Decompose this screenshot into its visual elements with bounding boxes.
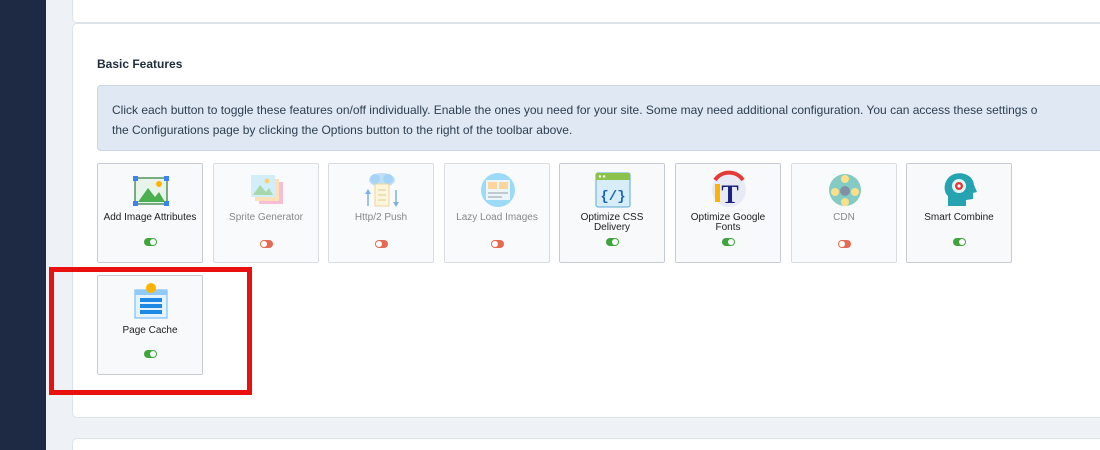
info-message: Click each button to toggle these featur…: [97, 85, 1100, 151]
previous-card: [72, 0, 1100, 23]
svg-text:T: T: [721, 180, 738, 209]
toggle-switch[interactable]: [491, 240, 504, 248]
font-icon: T: [709, 170, 749, 210]
image-attributes-icon: [131, 170, 171, 210]
sprite-generator-icon: [247, 170, 287, 210]
feature-label: Http/2 Push: [354, 212, 408, 223]
toggle-switch[interactable]: [606, 238, 619, 246]
info-text-line-1: Click each button to toggle these featur…: [112, 103, 1038, 117]
toggle-switch[interactable]: [722, 238, 735, 246]
smart-combine-icon: [940, 170, 980, 210]
toggle-switch[interactable]: [375, 240, 388, 248]
highlight-annotation: [49, 267, 252, 395]
css-code-icon: {/}: [593, 170, 633, 210]
feature-lazy-load-images[interactable]: Lazy Load Images: [444, 163, 550, 263]
toggle-switch[interactable]: [144, 238, 157, 246]
feature-label: Add Image Attributes: [103, 212, 197, 223]
left-sidebar: [0, 0, 46, 450]
toggle-switch[interactable]: [260, 240, 273, 248]
feature-http2-push[interactable]: Http/2 Push: [328, 163, 434, 263]
feature-label: Optimize CSS Delivery: [580, 212, 644, 233]
info-text-line-2: the Configurations page by clicking the …: [112, 123, 573, 137]
lazy-load-icon: [478, 170, 518, 210]
feature-label: Smart Combine: [924, 212, 994, 223]
toggle-switch[interactable]: [953, 238, 966, 246]
feature-sprite-generator[interactable]: Sprite Generator: [213, 163, 319, 263]
feature-label: Lazy Load Images: [456, 212, 538, 223]
feature-add-image-attributes[interactable]: Add Image Attributes: [97, 163, 203, 263]
toggle-switch[interactable]: [838, 240, 851, 248]
feature-label: CDN: [833, 212, 855, 223]
feature-smart-combine[interactable]: Smart Combine: [906, 163, 1012, 263]
panel-title: Basic Features: [97, 57, 183, 71]
cdn-icon: [825, 170, 865, 210]
feature-label: Optimize Google Fonts: [690, 212, 766, 233]
feature-optimize-google-fonts[interactable]: T Optimize Google Fonts: [675, 163, 781, 263]
svg-text:{/}: {/}: [600, 189, 625, 205]
http2-push-icon: [362, 170, 402, 210]
feature-label: Sprite Generator: [229, 212, 303, 223]
feature-cdn[interactable]: CDN: [791, 163, 897, 263]
feature-optimize-css-delivery[interactable]: {/} Optimize CSS Delivery: [559, 163, 665, 263]
next-card: [72, 438, 1100, 450]
